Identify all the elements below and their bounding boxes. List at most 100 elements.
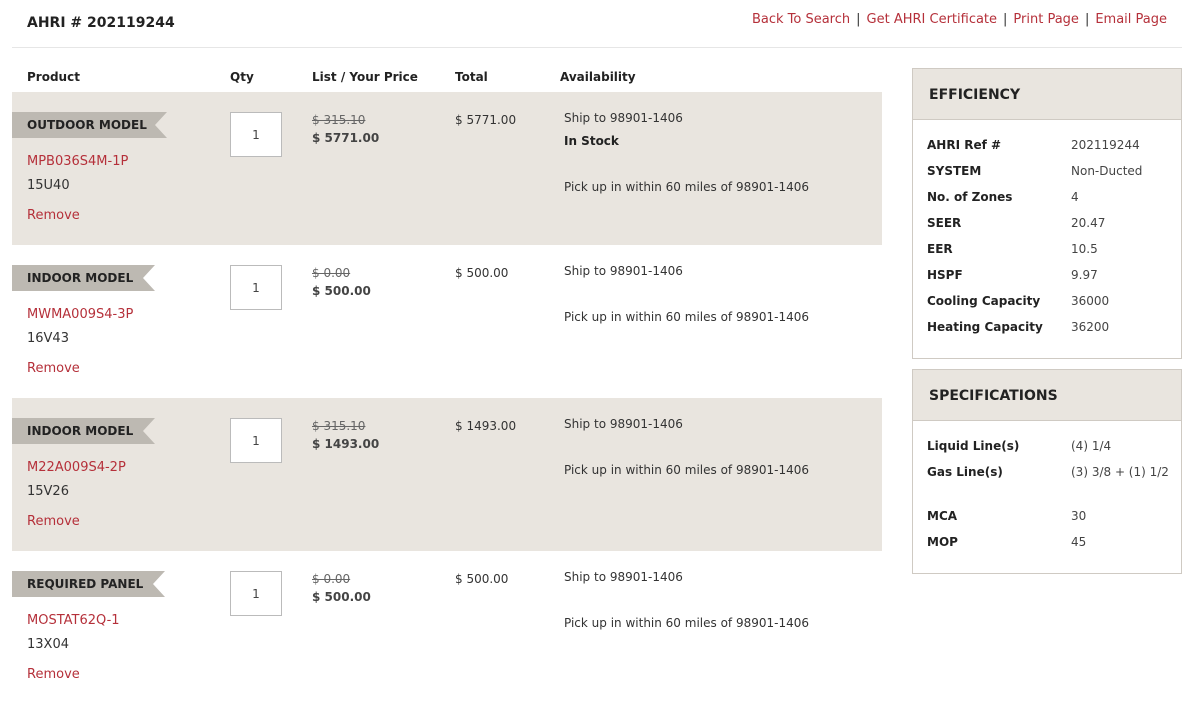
model-sub-code: 13X04: [27, 637, 69, 652]
spec-value: 45: [1071, 535, 1087, 549]
print-page-link[interactable]: Print Page: [1013, 12, 1079, 27]
your-price: $ 500.00: [312, 284, 371, 298]
model-sub-code: 16V43: [27, 331, 69, 346]
spec-label: Cooling Capacity: [927, 294, 1041, 308]
efficiency-panel: EFFICIENCY AHRI Ref # 202119244 SYSTEM Non…: [912, 68, 1182, 359]
product-row: INDOOR MODEL M22A009S4-2P 15V26 Remove $…: [12, 398, 882, 551]
list-price: $ 0.00: [312, 266, 351, 280]
your-price: $ 1493.00: [312, 437, 380, 451]
product-type-ribbon: REQUIRED PANEL: [12, 571, 165, 597]
list-price: $ 315.10: [312, 419, 366, 433]
spec-label: AHRI Ref #: [927, 138, 1002, 152]
column-header-price: List / Your Price: [312, 70, 418, 84]
line-total: $ 1493.00: [455, 419, 517, 433]
spec-value: 36200: [1071, 320, 1110, 334]
top-bar: AHRI # 202119244 Back To Search | Get AHRI…: [12, 0, 1182, 48]
column-header-availability: Availability: [560, 70, 636, 84]
spec-row: EER 10.5: [913, 236, 1181, 262]
ship-to-text: Ship to 98901-1406: [564, 264, 683, 278]
line-total: $ 5771.00: [455, 113, 517, 127]
your-price: $ 500.00: [312, 590, 371, 604]
spec-row: SYSTEM Non-Ducted: [913, 158, 1181, 184]
top-links: Back To Search | Get AHRI Certificate | Prin…: [752, 12, 1167, 27]
spec-row: Heating Capacity 36200: [913, 314, 1181, 340]
ship-to-text: Ship to 98901-1406: [564, 570, 683, 584]
list-price: $ 0.00: [312, 572, 351, 586]
page-title: AHRI # 202119244: [27, 15, 175, 31]
pickup-text: Pick up in within 60 miles of 98901-1406: [564, 180, 809, 194]
spec-value: 10.5: [1071, 242, 1098, 256]
quantity-input[interactable]: [230, 265, 282, 310]
spec-row: HSPF 9.97: [913, 262, 1181, 288]
spec-row: Liquid Line(s) (4) 1/4: [913, 433, 1181, 459]
spec-label: Gas Line(s): [927, 465, 1003, 479]
link-separator: |: [856, 12, 861, 27]
spec-value: 20.47: [1071, 216, 1106, 230]
spec-value: 36000: [1071, 294, 1110, 308]
product-type-ribbon: INDOOR MODEL: [12, 418, 155, 444]
ship-to-text: Ship to 98901-1406: [564, 111, 683, 125]
spec-row: Cooling Capacity 36000: [913, 288, 1181, 314]
spec-value: Non-Ducted: [1071, 164, 1143, 178]
spec-label: Heating Capacity: [927, 320, 1043, 334]
your-price: $ 5771.00: [312, 131, 380, 145]
model-number-link[interactable]: MPB036S4M-1P: [27, 154, 128, 169]
efficiency-title: EFFICIENCY: [913, 69, 1181, 120]
product-type-ribbon: OUTDOOR MODEL: [12, 112, 167, 138]
spec-label: SYSTEM: [927, 164, 982, 178]
email-page-link[interactable]: Email Page: [1095, 12, 1167, 27]
spec-row: Gas Line(s) (3) 3/8 + (1) 1/2: [913, 459, 1181, 503]
column-header-total: Total: [455, 70, 488, 84]
spec-label: HSPF: [927, 268, 963, 282]
model-number-link[interactable]: M22A009S4-2P: [27, 460, 126, 475]
specifications-list: Liquid Line(s) (4) 1/4 Gas Line(s) (3) 3/8…: [913, 421, 1181, 555]
remove-link[interactable]: Remove: [27, 361, 80, 376]
model-number-link[interactable]: MOSTAT62Q-1: [27, 613, 120, 628]
get-ahri-certificate-link[interactable]: Get AHRI Certificate: [867, 12, 998, 27]
product-row: OUTDOOR MODEL MPB036S4M-1P 15U40 Remove …: [12, 92, 882, 245]
efficiency-list: AHRI Ref # 202119244 SYSTEM Non-Ducted No.…: [913, 120, 1181, 340]
spec-value: (4) 1/4: [1071, 439, 1112, 453]
column-header-product: Product: [27, 70, 80, 84]
model-sub-code: 15U40: [27, 178, 70, 193]
spec-label: MCA: [927, 509, 958, 523]
product-row: INDOOR MODEL MWMA009S4-3P 16V43 Remove $…: [12, 245, 882, 398]
spec-value: 202119244: [1071, 138, 1140, 152]
quantity-input[interactable]: [230, 418, 282, 463]
specifications-title: SPECIFICATIONS: [913, 370, 1181, 421]
ship-to-text: Ship to 98901-1406: [564, 417, 683, 431]
link-separator: |: [1084, 12, 1090, 27]
spec-value: 9.97: [1071, 268, 1098, 282]
model-number-link[interactable]: MWMA009S4-3P: [27, 307, 133, 322]
back-to-search-link[interactable]: Back To Search: [752, 12, 850, 27]
spec-row: MCA 30: [913, 503, 1181, 529]
spec-label: SEER: [927, 216, 962, 230]
quantity-input[interactable]: [230, 571, 282, 616]
pickup-text: Pick up in within 60 miles of 98901-1406: [564, 463, 809, 477]
quantity-input[interactable]: [230, 112, 282, 157]
spec-value: 30: [1071, 509, 1087, 523]
spec-value: (3) 3/8 + (1) 1/2: [1071, 465, 1169, 479]
line-total: $ 500.00: [455, 572, 509, 586]
specifications-panel: SPECIFICATIONS Liquid Line(s) (4) 1/4 Gas…: [912, 369, 1182, 574]
remove-link[interactable]: Remove: [27, 208, 80, 223]
remove-link[interactable]: Remove: [27, 667, 80, 682]
link-separator: |: [1003, 12, 1008, 27]
pickup-text: Pick up in within 60 miles of 98901-1406: [564, 616, 809, 630]
product-row: REQUIRED PANEL MOSTAT62Q-1 13X04 Remove …: [12, 551, 882, 703]
line-total: $ 500.00: [455, 266, 509, 280]
spec-row: MOP 45: [913, 529, 1181, 555]
spec-label: MOP: [927, 535, 958, 549]
spec-value: 4: [1071, 190, 1079, 204]
stock-status: In Stock: [564, 134, 619, 148]
model-sub-code: 15V26: [27, 484, 69, 499]
spec-label: EER: [927, 242, 953, 256]
spec-label: No. of Zones: [927, 190, 1013, 204]
spec-row: No. of Zones 4: [913, 184, 1181, 210]
pickup-text: Pick up in within 60 miles of 98901-1406: [564, 310, 809, 324]
remove-link[interactable]: Remove: [27, 514, 80, 529]
spec-row: SEER 20.47: [913, 210, 1181, 236]
list-price: $ 315.10: [312, 113, 366, 127]
spec-label: Liquid Line(s): [927, 439, 1020, 453]
column-header-qty: Qty: [230, 70, 254, 84]
